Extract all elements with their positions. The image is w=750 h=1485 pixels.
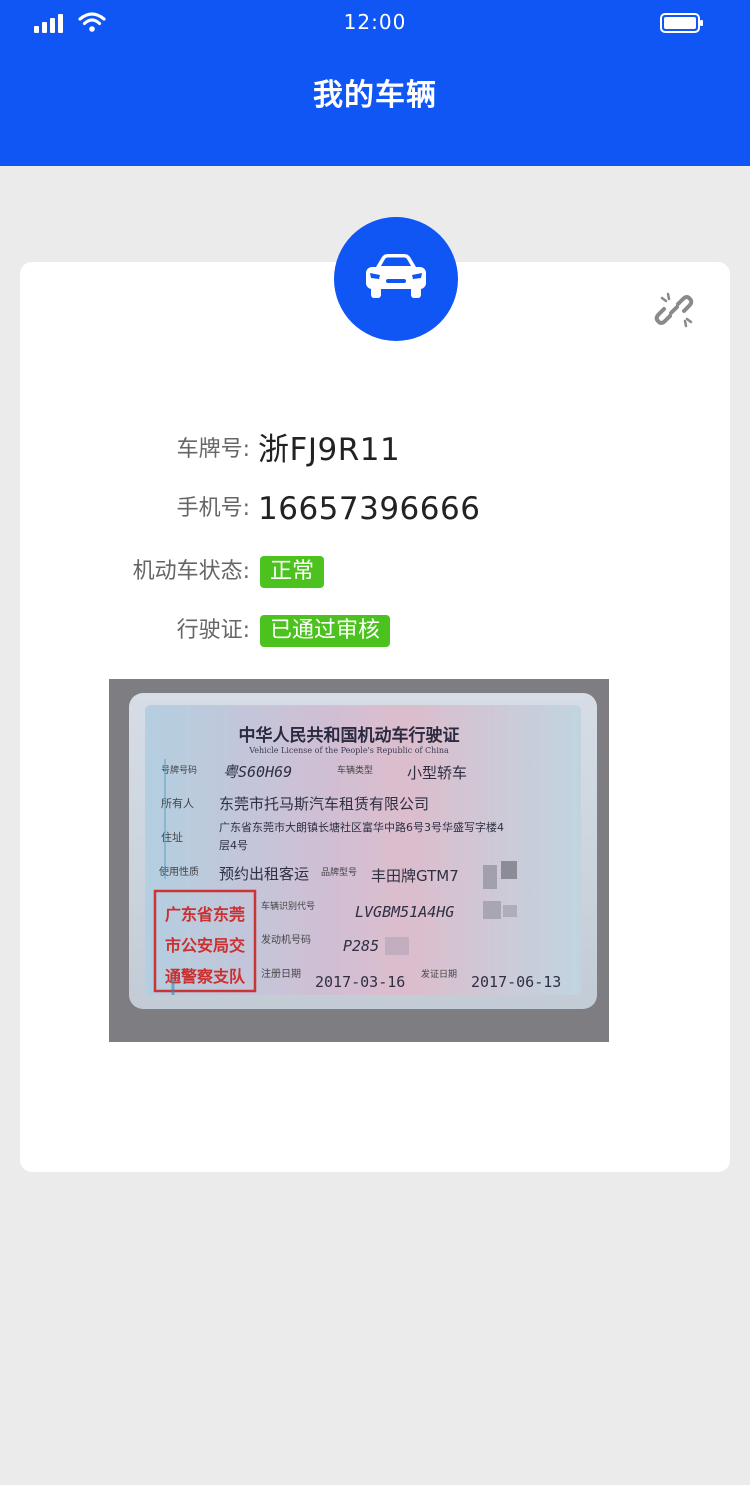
license-row: 行驶证: 已通过审核 — [20, 606, 730, 656]
driving-license-photo[interactable]: 中华人民共和国机动车行驶证 Vehicle License of the Peo… — [109, 679, 609, 1042]
phone-row: 手机号: 16657396666 — [20, 484, 730, 534]
license-vehicle-type: 小型轿车 — [407, 764, 467, 782]
status-row: 机动车状态: 正常 — [20, 547, 730, 597]
license-field-engine: 发动机号码 — [261, 933, 311, 946]
license-plate-no: 粤S60H69 — [223, 763, 292, 781]
license-stamp-line3: 通警察支队 — [165, 967, 246, 986]
page-title: 我的车辆 — [313, 78, 437, 113]
license-model: 丰田牌GTM7 — [371, 867, 459, 885]
license-status-badge: 已通过审核 — [260, 615, 391, 647]
phone-label: 手机号: — [176, 496, 250, 521]
license-field-vin: 车辆识别代号 — [261, 900, 315, 912]
status-time: 12:00 — [343, 10, 407, 34]
license-register-date: 2017-03-16 — [315, 973, 405, 991]
plate-value: 浙FJ9R11 — [258, 432, 401, 468]
license-stamp-line2: 市公安局交 — [165, 936, 245, 955]
license-address-line1: 广东省东莞市大朗镇长塘社区富华中路6号3号华盛写字楼4 — [219, 820, 504, 834]
license-issue-date: 2017-06-13 — [471, 973, 561, 991]
status-badge: 正常 — [260, 556, 325, 588]
license-title-cn: 中华人民共和国机动车行驶证 — [239, 725, 460, 746]
unbind-link-icon[interactable] — [654, 290, 694, 330]
plate-row: 车牌号: 浙FJ9R11 — [20, 425, 730, 475]
license-use-character: 预约出租客运 — [219, 865, 309, 883]
status-bar: 12:00 — [0, 0, 750, 44]
car-icon — [366, 254, 426, 298]
car-badge — [334, 217, 458, 341]
app-header: 12:00 我的车辆 — [0, 0, 750, 166]
license-field-issue: 发证日期 — [421, 968, 457, 980]
license-title-en: Vehicle License of the People's Republic… — [248, 746, 449, 755]
license-field-register: 注册日期 — [261, 967, 301, 980]
license-vin: LVGBM51A4HG — [355, 903, 454, 921]
plate-label: 车牌号: — [176, 437, 250, 462]
license-owner: 东莞市托马斯汽车租赁有限公司 — [219, 795, 429, 813]
phone-value: 16657396666 — [258, 491, 481, 527]
license-field-plate: 号牌号码 — [161, 764, 197, 776]
license-stamp-line1: 广东省东莞 — [165, 905, 245, 924]
license-field-model: 品牌型号 — [321, 866, 357, 878]
battery-icon — [660, 13, 703, 33]
license-card-graphic: 中华人民共和国机动车行驶证 Vehicle License of the Peo… — [129, 693, 597, 1009]
license-engine-no: P285 — [343, 937, 379, 955]
status-label: 机动车状态: — [132, 559, 250, 584]
license-label: 行驶证: — [176, 618, 250, 643]
license-address-line2: 层4号 — [219, 839, 248, 852]
license-field-type: 车辆类型 — [337, 764, 373, 776]
